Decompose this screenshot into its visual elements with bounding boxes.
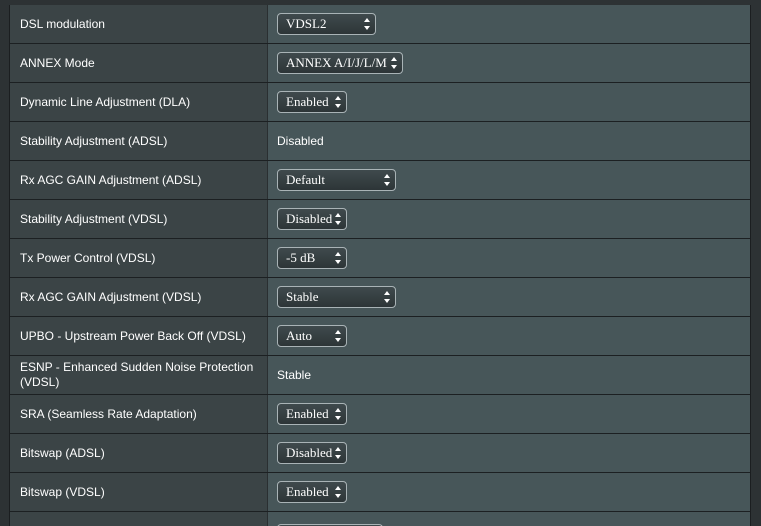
select-value: Disabled (286, 211, 333, 226)
updown-arrows-icon (335, 447, 341, 459)
stability-vdsl-select[interactable]: Disabled (277, 208, 347, 230)
row-dla: Dynamic Line Adjustment (DLA) Enabled (10, 83, 750, 122)
row-label: Tx Power Control (VDSL) (10, 239, 268, 277)
updown-arrows-icon (335, 96, 341, 108)
row-value-cell: Enabled (268, 83, 750, 121)
row-bitswap-adsl: Bitswap (ADSL) Disabled (10, 434, 750, 473)
row-value-cell: ANNEX A/I/J/L/M (268, 44, 750, 82)
row-sra: SRA (Seamless Rate Adaptation) Enabled (10, 395, 750, 434)
row-label: Dynamic Line Adjustment (DLA) (10, 83, 268, 121)
row-label: ANNEX Mode (10, 44, 268, 82)
row-value-cell: Enabled (268, 473, 750, 511)
rx-agc-adsl-select[interactable]: Default (277, 169, 396, 191)
stability-adsl-value: Disabled (277, 134, 324, 148)
row-stability-adsl: Stability Adjustment (ADSL) Disabled (10, 122, 750, 161)
rx-agc-vdsl-select[interactable]: Stable (277, 286, 396, 308)
row-rx-agc-adsl: Rx AGC GAIN Adjustment (ADSL) Default (10, 161, 750, 200)
select-value: VDSL2 (286, 16, 327, 31)
row-tx-power: Tx Power Control (VDSL) -5 dB (10, 239, 750, 278)
row-value-cell: Disabled (268, 434, 750, 472)
row-value-cell: Auto (268, 317, 750, 355)
row-value-cell: Enabled (268, 395, 750, 433)
row-rx-agc-vdsl: Rx AGC GAIN Adjustment (VDSL) Stable (10, 278, 750, 317)
select-value: Enabled (286, 484, 329, 499)
sra-select[interactable]: Enabled (277, 403, 347, 425)
row-bitswap-vdsl: Bitswap (VDSL) Enabled (10, 473, 750, 512)
bitswap-vdsl-select[interactable]: Enabled (277, 481, 347, 503)
dsl-settings-table: DSL modulation VDSL2 ANNEX Mode ANNEX A/… (9, 5, 751, 526)
row-label: Rx AGC GAIN Adjustment (VDSL) (10, 278, 268, 316)
upbo-select[interactable]: Auto (277, 325, 347, 347)
updown-arrows-icon (384, 174, 390, 186)
row-label: Bitswap (VDSL) (10, 473, 268, 511)
row-partial (10, 512, 750, 526)
esnp-value: Stable (277, 368, 312, 382)
row-label: UPBO - Upstream Power Back Off (VDSL) (10, 317, 268, 355)
select-value: Stable (286, 289, 319, 304)
updown-arrows-icon (335, 213, 341, 225)
row-stability-vdsl: Stability Adjustment (VDSL) Disabled (10, 200, 750, 239)
row-esnp: ESNP - Enhanced Sudden Noise Protection … (10, 356, 750, 395)
row-label: Stability Adjustment (VDSL) (10, 200, 268, 238)
row-label: SRA (Seamless Rate Adaptation) (10, 395, 268, 433)
row-label-empty (10, 512, 268, 526)
row-label: Bitswap (ADSL) (10, 434, 268, 472)
row-annex-mode: ANNEX Mode ANNEX A/I/J/L/M (10, 44, 750, 83)
updown-arrows-icon (335, 408, 341, 420)
row-value-cell: Disabled (268, 200, 750, 238)
updown-arrows-icon (335, 486, 341, 498)
row-label: Stability Adjustment (ADSL) (10, 122, 268, 160)
select-value: Disabled (286, 445, 333, 460)
updown-arrows-icon (335, 330, 341, 342)
updown-arrows-icon (384, 291, 390, 303)
select-value: Auto (286, 328, 312, 343)
row-dsl-modulation: DSL modulation VDSL2 (10, 5, 750, 44)
row-value-cell: VDSL2 (268, 5, 750, 43)
row-value-cell: -5 dB (268, 239, 750, 277)
row-label: DSL modulation (10, 5, 268, 43)
row-label: ESNP - Enhanced Sudden Noise Protection … (10, 356, 268, 394)
updown-arrows-icon (335, 252, 341, 264)
dsl-modulation-select[interactable]: VDSL2 (277, 13, 376, 35)
updown-arrows-icon (364, 18, 370, 30)
row-value-cell (268, 512, 750, 526)
select-value: ANNEX A/I/J/L/M (286, 55, 387, 70)
select-value: Enabled (286, 94, 329, 109)
select-value: Enabled (286, 406, 329, 421)
row-label: Rx AGC GAIN Adjustment (ADSL) (10, 161, 268, 199)
row-value-cell: Stable (268, 356, 750, 394)
row-value-cell: Default (268, 161, 750, 199)
row-upbo: UPBO - Upstream Power Back Off (VDSL) Au… (10, 317, 750, 356)
select-value: -5 dB (286, 250, 316, 265)
select-value: Default (286, 172, 325, 187)
updown-arrows-icon (391, 57, 397, 69)
dla-select[interactable]: Enabled (277, 91, 347, 113)
tx-power-select[interactable]: -5 dB (277, 247, 347, 269)
annex-mode-select[interactable]: ANNEX A/I/J/L/M (277, 52, 403, 74)
row-value-cell: Disabled (268, 122, 750, 160)
bitswap-adsl-select[interactable]: Disabled (277, 442, 347, 464)
row-value-cell: Stable (268, 278, 750, 316)
